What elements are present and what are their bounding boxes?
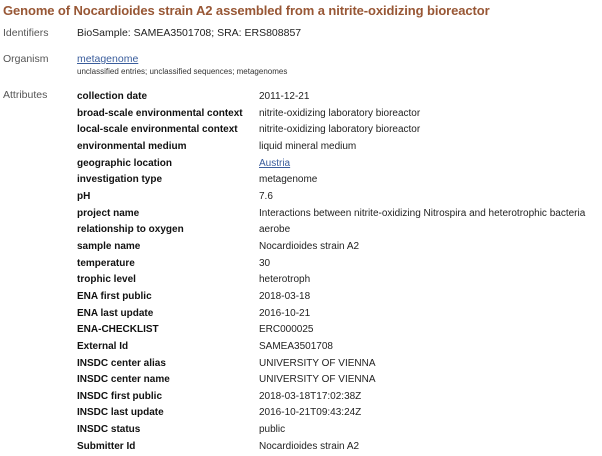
identifiers-label: Identifiers (3, 27, 49, 39)
attribute-name: trophic level (77, 274, 136, 286)
attribute-name: collection date (77, 91, 148, 102)
attribute-value: metagenome (259, 174, 318, 186)
attribute-name: investigation type (77, 174, 163, 186)
attribute-name: ENA first public (77, 290, 152, 302)
attribute-value: aerobe (259, 224, 291, 236)
attribute-value: 30 (259, 257, 271, 269)
attribute-row: pH 7.6 (77, 189, 585, 206)
attribute-row: ENA first public 2018-03-18 (77, 289, 585, 306)
organism-link[interactable]: metagenome (77, 53, 138, 65)
attribute-value: SAMEA3501708 (259, 340, 333, 352)
attribute-row: collection date 2011-12-21 (77, 89, 585, 106)
attribute-name: relationship to oxygen (77, 224, 184, 236)
attribute-row: trophic level heterotroph (77, 272, 585, 289)
attribute-name: Submitter Id (77, 440, 136, 452)
attribute-row: geographic location Austria (77, 156, 585, 173)
attribute-name: ENA-CHECKLIST (77, 324, 159, 336)
attribute-value: Nocardioides strain A2 (259, 240, 360, 252)
attribute-value: liquid mineral medium (259, 140, 357, 152)
attribute-name: sample name (77, 240, 141, 252)
attribute-value: public (259, 424, 286, 436)
attribute-value: nitrite-oxidizing laboratory bioreactor (259, 124, 421, 136)
identifiers-value: BioSample: SAMEA3501708; SRA: ERS808857 (77, 27, 302, 39)
attribute-name: External Id (77, 340, 129, 352)
attribute-name: INSDC status (77, 424, 141, 436)
attribute-name: INSDC last update (77, 407, 164, 419)
attribute-value: 2018-03-18T17:02:38Z (259, 390, 362, 402)
attribute-row: broad-scale environmental context nitrite… (77, 106, 585, 123)
attribute-row: relationship to oxygen aerobe (77, 222, 585, 239)
attribute-row: INSDC center name UNIVERSITY OF VIENNA (77, 372, 585, 389)
attribute-value: Interactions between nitrite-oxidizing N… (259, 207, 586, 219)
attribute-name: geographic location (77, 157, 173, 169)
attribute-row: ENA-CHECKLIST ERC000025 (77, 322, 585, 339)
attribute-value: 2016-10-21 (259, 307, 311, 319)
attribute-row: INSDC last update 2016-10-21T09:43:24Z (77, 405, 585, 422)
attribute-name: environmental medium (77, 140, 187, 152)
attribute-row: External Id SAMEA3501708 (77, 339, 585, 356)
organism-label: Organism (3, 53, 49, 65)
attribute-value: ERC000025 (259, 324, 314, 336)
attribute-name: broad-scale environmental context (77, 107, 243, 119)
attributes-label: Attributes (3, 89, 48, 101)
attribute-row: INSDC status public (77, 422, 585, 439)
attribute-row: sample name Nocardioides strain A2 (77, 239, 585, 256)
attribute-row: INSDC first public 2018-03-18T17:02:38Z (77, 389, 585, 406)
attribute-value: heterotroph (259, 274, 311, 286)
attribute-value: 2016-10-21T09:43:24Z (259, 407, 362, 419)
attribute-row: temperature 30 (77, 256, 585, 273)
attribute-value: UNIVERSITY OF VIENNA (259, 374, 376, 386)
attribute-value: 2011-12-21 (259, 91, 310, 102)
attribute-value: UNIVERSITY OF VIENNA (259, 357, 376, 369)
attribute-value: nitrite-oxidizing laboratory bioreactor (259, 107, 421, 119)
attribute-row: project name Interactions between nitrite… (77, 206, 585, 223)
attribute-value: Nocardioides strain A2 (259, 440, 360, 452)
attribute-row: environmental medium liquid mineral mediu… (77, 139, 585, 156)
attribute-row: Submitter Id Nocardioides strain A2 (77, 439, 585, 456)
attribute-value: 7.6 (259, 190, 273, 202)
attribute-name: INSDC center name (77, 374, 170, 386)
geographic-location-link[interactable]: Austria (259, 158, 290, 169)
attribute-row: local-scale environmental context nitrite… (77, 122, 585, 139)
attribute-row: INSDC center alias UNIVERSITY OF VIENNA (77, 356, 585, 373)
attribute-value: Austria (259, 156, 585, 173)
attribute-name: pH (77, 190, 91, 202)
attribute-name: temperature (77, 257, 135, 269)
attribute-name: INSDC first public (77, 390, 163, 402)
attribute-row: investigation type metagenome (77, 172, 585, 189)
attribute-name: INSDC center alias (77, 357, 166, 369)
organism-lineage: unclassified entries; unclassified seque… (77, 67, 288, 76)
attribute-name: local-scale environmental context (77, 124, 238, 136)
attribute-name: project name (77, 207, 140, 219)
attribute-name: ENA last update (77, 307, 154, 319)
attribute-value: 2018-03-18 (259, 290, 311, 302)
page-title: Genome of Nocardioides strain A2 assembl… (3, 3, 490, 18)
attributes-table: collection date 2011-12-21 broad-scale env… (77, 89, 585, 455)
attribute-row: ENA last update 2016-10-21 (77, 306, 585, 323)
